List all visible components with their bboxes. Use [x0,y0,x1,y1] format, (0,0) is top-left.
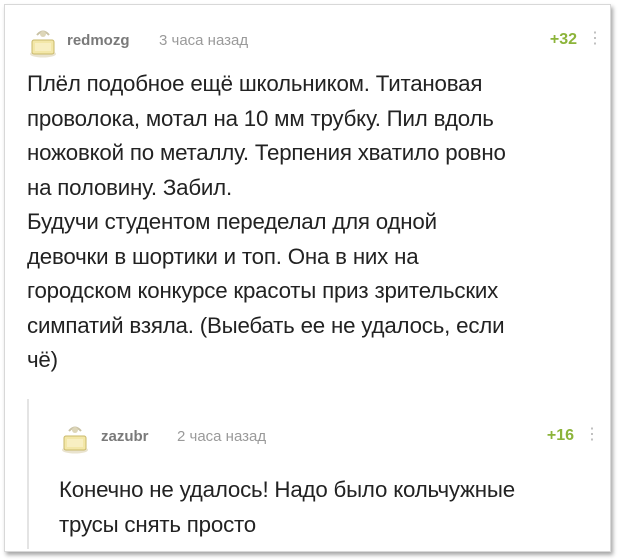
comment-line: на половину. Забил. [27,174,232,200]
comment-line: девочки в шортики и топ. Она в них на [27,243,419,269]
reply-username[interactable]: zazubr [101,428,149,445]
screenshot-frame: redmozg 3 часа назад +32 ⋮ Плёл подобное… [4,4,611,552]
comment-header: redmozg 3 часа назад +32 ⋮ [27,25,607,59]
comment-line: чё) [27,347,58,372]
more-vertical-icon[interactable]: ⋮ [587,29,603,49]
reply-line: Конечно не удалось! Надо было кольчужные [59,477,515,502]
comment-line: ножовкой по металлу. Терпения хватило ро… [27,140,506,165]
comment-line: Плёл подобное ещё школьником. Титановая [27,71,483,96]
reply-comment: zazubr 2 часа назад +16 ⋮ Конечно не уда… [27,399,604,549]
comment-text: Плёл подобное ещё школьником. Титановая … [27,67,612,378]
comment-line: симпатий взяла. (Выебать ее не удалось, … [27,312,505,338]
comment-username[interactable]: redmozg [67,32,130,49]
comment-line: Будучи студентом переделал для одной [27,209,437,234]
comment-score: +32 [549,31,577,48]
comment-time[interactable]: 3 часа назад [159,32,248,49]
more-vertical-icon[interactable]: ⋮ [584,425,600,445]
reply-time[interactable]: 2 часа назад [177,428,266,445]
reply-line: трусы снять просто [59,511,256,537]
avatar-icon[interactable] [59,421,91,455]
reply-text: Конечно не удалось! Надо было кольчужные… [59,473,604,542]
avatar-icon[interactable] [27,25,59,59]
comment-line: городском конкурсе красоты приз зрительс… [27,278,499,303]
comment-line: проволока, мотал на 10 мм трубку. Пил вд… [27,105,494,131]
reply-header: zazubr 2 часа назад +16 ⋮ [59,421,604,455]
reply-score: +16 [546,427,574,444]
